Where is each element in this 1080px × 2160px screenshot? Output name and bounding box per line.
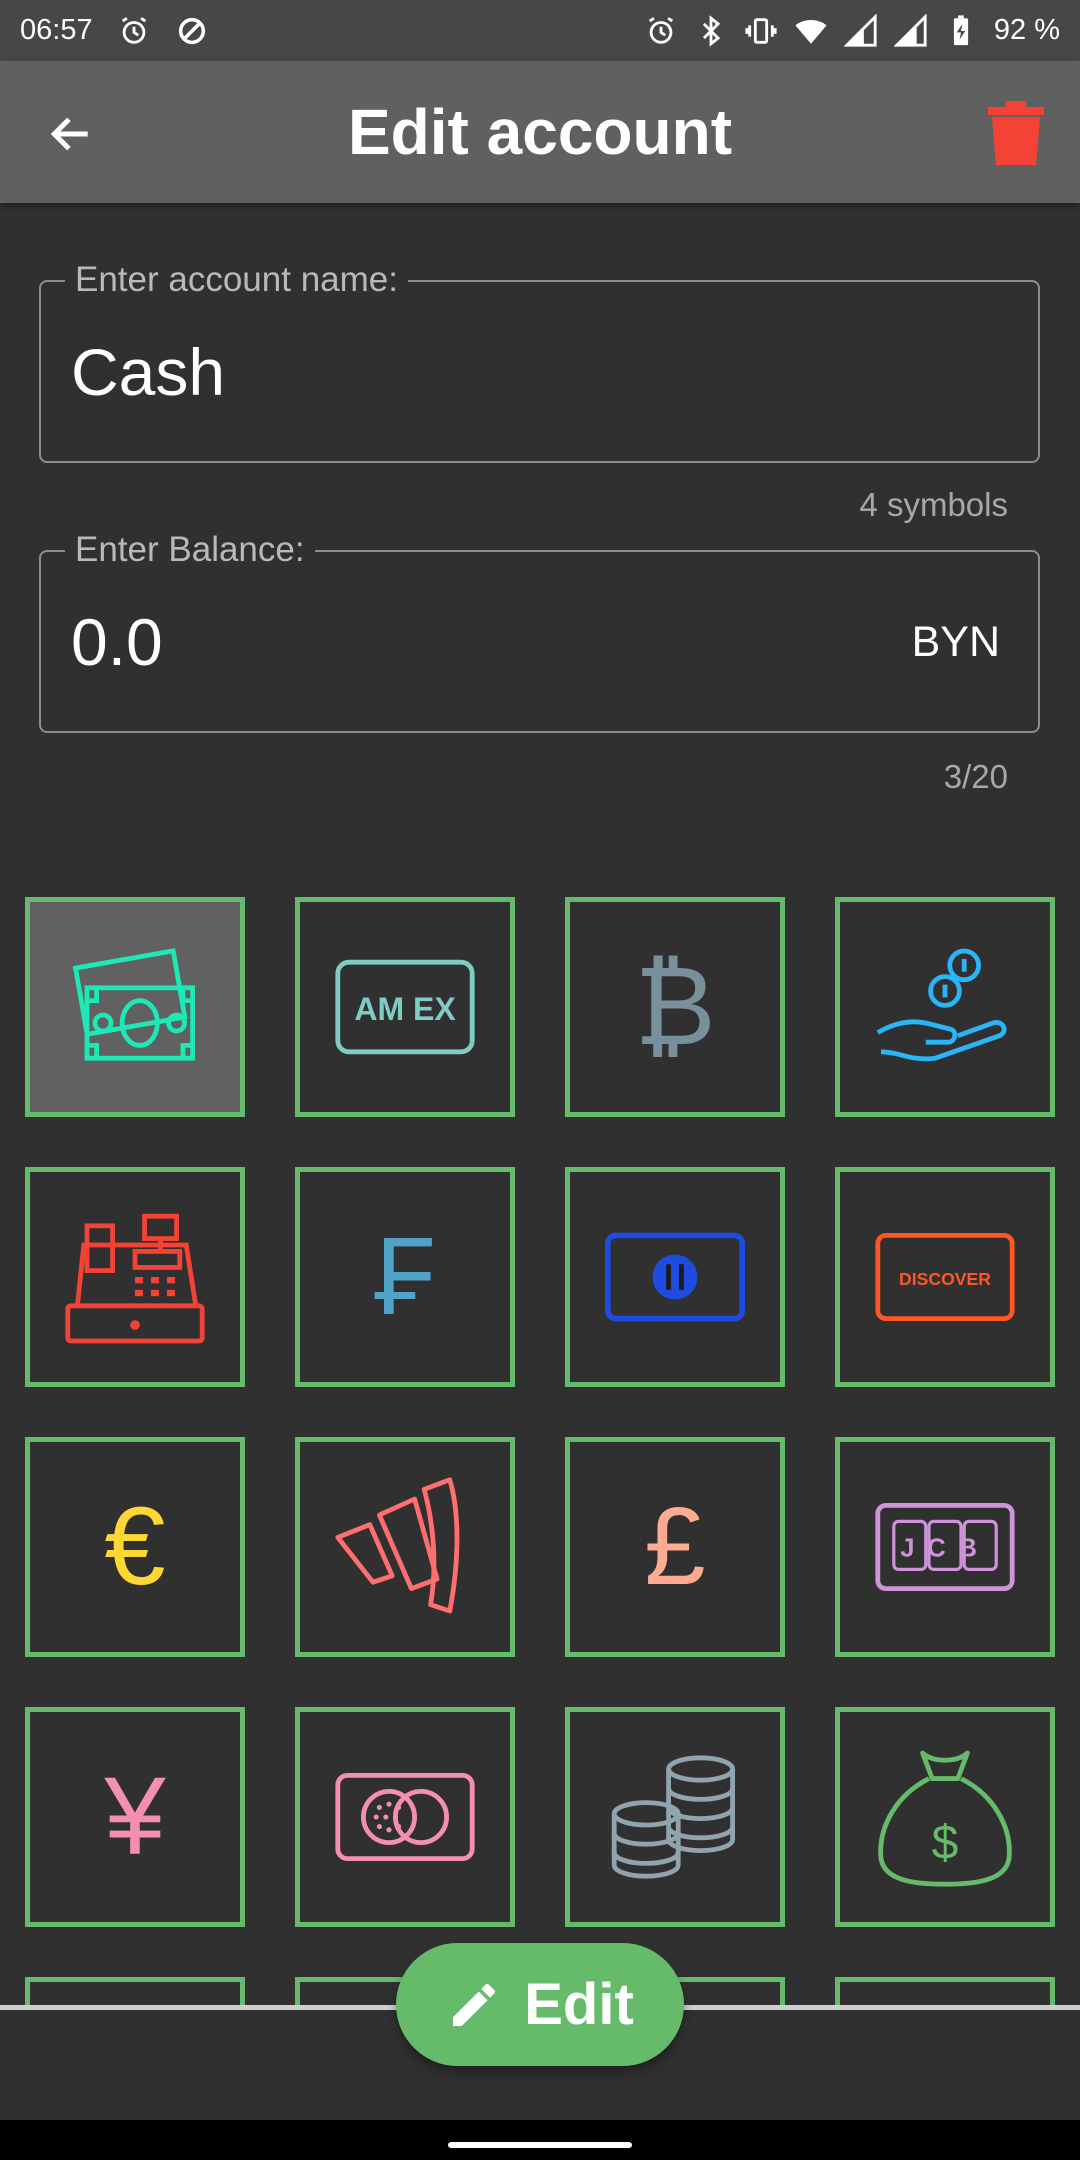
icon-option-diners-club[interactable]: [565, 1167, 785, 1387]
banknotes-icon: [72, 948, 195, 1061]
yen-icon: ¥: [104, 1755, 166, 1878]
wallet-w-icon: [335, 1477, 460, 1614]
icon-option-euro[interactable]: €: [25, 1437, 245, 1657]
icon-option-row5-1[interactable]: [25, 1977, 245, 2005]
icon-option-bitcoin[interactable]: ₿: [565, 897, 785, 1117]
jcb-text: JCB: [900, 1535, 990, 1563]
icon-option-money-bag[interactable]: $: [835, 1707, 1055, 1927]
icon-option-coin-stacks[interactable]: [565, 1707, 785, 1927]
system-nav-bar: [0, 2120, 1080, 2160]
icon-option-wallet-w[interactable]: [295, 1437, 515, 1657]
icon-option-yen[interactable]: ¥: [25, 1707, 245, 1927]
icon-option-hand-coins[interactable]: [835, 897, 1055, 1117]
bitcoin-icon: ₿: [634, 945, 716, 1068]
diners-club-card-icon: [605, 1232, 745, 1322]
icon-option-discover[interactable]: DISCOVER: [835, 1167, 1055, 1387]
euro-icon: €: [104, 1485, 166, 1608]
icon-option-banknotes[interactable]: [25, 897, 245, 1117]
edit-button[interactable]: Edit: [396, 1943, 684, 2066]
icon-option-cash-register[interactable]: [25, 1167, 245, 1387]
franc-icon: ₣: [374, 1215, 436, 1338]
money-bag-icon: $: [878, 1750, 1012, 1887]
icon-grid: AM EX ₿ ₣ DISCOVER € £ JCB ¥ $: [0, 0, 1080, 2005]
pound-icon: £: [644, 1485, 706, 1608]
pencil-icon: [453, 1983, 496, 2026]
icon-option-franc[interactable]: ₣: [295, 1167, 515, 1387]
amex-text: AM EX: [354, 991, 456, 1027]
home-indicator[interactable]: [448, 2142, 632, 2148]
amex-card-icon: AM EX: [335, 959, 475, 1055]
discover-text: DISCOVER: [899, 1269, 991, 1289]
hand-coins-icon: [876, 948, 1007, 1062]
money-bag-dollar: $: [932, 1817, 959, 1870]
icon-option-mastercard[interactable]: [295, 1707, 515, 1927]
icon-option-pound[interactable]: £: [565, 1437, 785, 1657]
icon-option-amex[interactable]: AM EX: [295, 897, 515, 1117]
discover-card-icon: DISCOVER: [875, 1233, 1015, 1321]
coin-stacks-icon: [611, 1755, 735, 1879]
mastercard-icon: [335, 1773, 475, 1861]
icon-option-jcb[interactable]: JCB: [835, 1437, 1055, 1657]
cash-register-icon: [65, 1213, 205, 1344]
jcb-card-icon: JCB: [875, 1503, 1015, 1591]
edit-account-screen: 06:57 92 % Edit account Enter account na…: [0, 0, 1080, 2160]
icon-option-row5-4[interactable]: [835, 1977, 1055, 2005]
edit-button-label: Edit: [524, 1972, 634, 2037]
